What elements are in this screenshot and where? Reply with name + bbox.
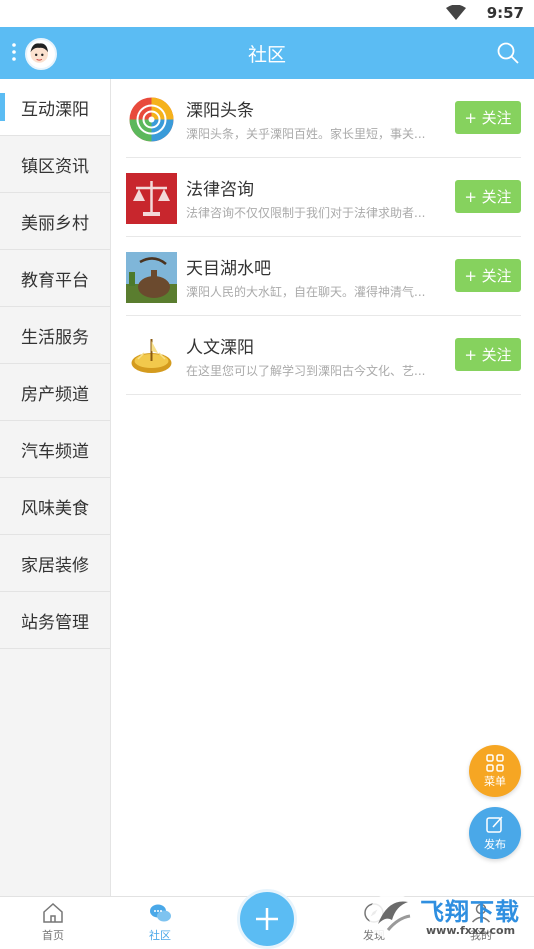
forum-list: 溧阳头条 溧阳头条，关乎溧阳百姓。家长里短，事关... + 关注 法律咨询 法律… <box>126 79 521 395</box>
forum-desc: 溧阳人民的大水缸，自在聊天。灌得神清气... <box>186 285 426 299</box>
watermark-url: www.fxxz.com <box>426 924 516 937</box>
sidebar-item-jiaoyu[interactable]: 教育平台 <box>0 250 110 307</box>
sidebar-item-fangchan[interactable]: 房产频道 <box>0 364 110 421</box>
follow-button[interactable]: + 关注 <box>455 338 521 371</box>
watermark-text: 飞翔下载 <box>420 898 520 926</box>
menu-fab-label: 菜单 <box>484 774 506 788</box>
community-icon <box>150 904 171 922</box>
forum-name: 天目湖水吧 <box>186 259 271 279</box>
status-time: 9:57 <box>486 4 524 22</box>
follow-button[interactable]: + 关注 <box>455 101 521 134</box>
watermark: 飞翔下载 www.fxxz.com <box>368 888 528 946</box>
forum-desc: 法律咨询不仅仅限制于我们对于法律求助者... <box>186 206 426 220</box>
search-icon[interactable] <box>496 41 520 65</box>
status-bar: 9:57 <box>0 0 534 27</box>
wifi-icon <box>446 5 466 20</box>
menu-fab-button[interactable]: 菜单 <box>469 745 521 797</box>
list-item[interactable]: 法律咨询 法律咨询不仅仅限制于我们对于法律求助者... + 关注 <box>126 158 521 237</box>
follow-button[interactable]: + 关注 <box>455 180 521 213</box>
app-header: 社区 <box>0 27 534 79</box>
forum-name: 溧阳头条 <box>186 101 254 121</box>
sidebar-item-label: 站务管理 <box>21 612 89 633</box>
category-sidebar: 互动溧阳 镇区资讯 美丽乡村 教育平台 生活服务 房产频道 汽车频道 风味美食 … <box>0 79 111 896</box>
forum-name: 法律咨询 <box>186 180 254 200</box>
sidebar-item-meili[interactable]: 美丽乡村 <box>0 193 110 250</box>
pinwheel-icon <box>126 94 177 145</box>
forum-desc: 溧阳头条，关乎溧阳百姓。家长里短，事关... <box>186 127 426 141</box>
sidebar-item-label: 房产频道 <box>21 384 89 405</box>
grid-icon <box>486 753 504 772</box>
watermark-logo-icon <box>369 893 415 939</box>
tab-home[interactable]: 首页 <box>13 901 93 943</box>
post-fab-button[interactable]: 发布 <box>469 807 521 859</box>
follow-button[interactable]: + 关注 <box>455 259 521 292</box>
sidebar-item-jiaju[interactable]: 家居装修 <box>0 535 110 592</box>
edit-icon <box>486 815 503 833</box>
scales-of-justice-icon <box>126 173 177 224</box>
tab-label: 首页 <box>42 929 64 942</box>
sidebar-item-label: 生活服务 <box>21 327 89 348</box>
sidebar-item-shenghuo[interactable]: 生活服务 <box>0 307 110 364</box>
tab-label: 社区 <box>149 929 171 942</box>
add-post-button[interactable] <box>237 889 297 949</box>
sidebar-item-meishi[interactable]: 风味美食 <box>0 478 110 535</box>
plus-icon <box>256 908 278 930</box>
sidebar-item-zhenqu[interactable]: 镇区资讯 <box>0 136 110 193</box>
forum-name: 人文溧阳 <box>186 338 254 358</box>
sidebar-item-label: 家居装修 <box>21 555 89 576</box>
teapot-photo-icon <box>126 252 177 303</box>
sidebar-item-label: 教育平台 <box>21 270 89 291</box>
forum-desc: 在这里您可以了解学习到溧阳古今文化、艺... <box>186 364 426 378</box>
list-item[interactable]: 天目湖水吧 溧阳人民的大水缸，自在聊天。灌得神清气... + 关注 <box>126 237 521 316</box>
sidebar-item-zhanwu[interactable]: 站务管理 <box>0 592 110 649</box>
sidebar-item-label: 风味美食 <box>21 498 89 519</box>
list-item[interactable]: 溧阳头条 溧阳头条，关乎溧阳百姓。家长里短，事关... + 关注 <box>126 79 521 158</box>
sidebar-item-hudong[interactable]: 互动溧阳 <box>0 79 110 136</box>
sidebar-item-label: 汽车频道 <box>21 441 89 462</box>
post-fab-label: 发布 <box>484 837 506 851</box>
list-item[interactable]: 人文溧阳 在这里您可以了解学习到溧阳古今文化、艺... + 关注 <box>126 316 521 395</box>
sidebar-item-qiche[interactable]: 汽车频道 <box>0 421 110 478</box>
page-title: 社区 <box>247 44 286 66</box>
sundial-icon <box>126 331 177 382</box>
home-icon <box>43 902 63 923</box>
sidebar-item-label: 镇区资讯 <box>21 156 89 177</box>
tab-community[interactable]: 社区 <box>120 901 200 943</box>
sidebar-item-label: 互动溧阳 <box>21 99 89 120</box>
sidebar-item-label: 美丽乡村 <box>21 213 89 234</box>
